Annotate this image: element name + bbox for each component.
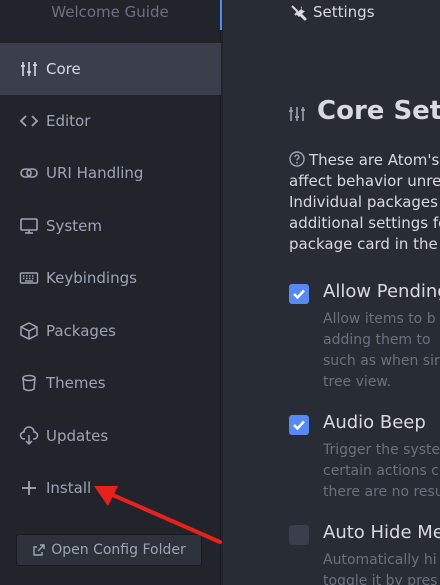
code-icon [18,111,40,131]
sidebar-item-label: Editor [46,112,91,130]
setting-description-line: Allow items to b [323,311,436,327]
sidebar-item-system[interactable]: System [0,200,221,252]
plus-icon [18,478,40,498]
sidebar-item-core[interactable]: Core [0,43,221,95]
setting-description-line: Trigger the syste [323,442,440,458]
sidebar-item-packages[interactable]: Packages [0,305,221,357]
sidebar-item-label: Packages [46,322,116,340]
allow-pending-checkbox[interactable] [289,284,309,304]
sidebar-item-updates[interactable]: Updates [0,410,221,462]
description-line: These are Atom's [309,151,440,169]
external-link-icon [33,544,45,556]
checkmark-icon [293,420,305,431]
sidebar-item-keybindings[interactable]: Keybindings [0,252,221,304]
setting-description-line: certain actions c [323,463,439,479]
sidebar-item-themes[interactable]: Themes [0,357,221,409]
sidebar-item-label: Core [46,60,81,78]
setting-description: Allow items to b adding them to such as … [323,309,440,393]
setting-description-line: such as when sir [323,353,440,369]
tab-welcome-guide[interactable]: Welcome Guide [0,0,222,30]
description-line: affect behavior unrela [289,172,440,190]
section-description: These are Atom's affect behavior unrela … [289,150,440,255]
setting-description-line: there are no resu [323,484,440,500]
sidebar-item-label: Themes [46,374,106,392]
tab-bar: Welcome Guide Settings [0,0,440,30]
sidebar-item-label: Updates [46,427,109,445]
setting-title: Allow Pending [323,281,440,302]
auto-hide-menu-checkbox[interactable] [289,525,309,545]
setting-title: Auto Hide Me [323,522,440,543]
section-title-text: Core Sett [317,96,440,126]
tab-welcome-label: Welcome Guide [51,3,169,21]
cloud-download-icon [18,426,40,446]
sidebar-item-label: System [46,217,102,235]
sidebar-item-label: Keybindings [46,269,137,287]
setting-description-line: tree view. [323,374,392,390]
annotation-arrow [94,486,222,544]
tab-settings-label: Settings [313,3,375,21]
setting-description: Trigger the syste certain actions c ther… [323,440,440,503]
sidebar-item-editor[interactable]: Editor [0,95,221,147]
settings-sliders-icon [289,107,305,121]
setting-description-line: toggle it by pres [323,573,438,585]
link-icon [18,163,40,183]
settings-panel: Core Sett These are Atom's affect behavi… [223,30,440,585]
settings-sliders-icon [18,59,40,79]
package-icon [18,321,40,341]
checkmark-icon [293,289,305,300]
tab-settings[interactable]: Settings [223,0,440,30]
setting-title: Audio Beep [323,412,426,433]
sidebar-item-label: URI Handling [46,164,144,182]
description-line: package card in the [289,235,440,253]
description-line: Individual packages m [289,193,440,211]
active-tab-indicator [220,0,222,30]
tools-icon [291,5,307,21]
paintcan-icon [18,373,40,393]
sidebar-item-label: Install [46,479,92,497]
setting-description-line: adding them to [323,332,431,348]
sidebar-item-uri-handling[interactable]: URI Handling [0,147,221,199]
monitor-icon [18,216,40,236]
question-icon [289,151,305,167]
keyboard-icon [18,268,40,288]
setting-description-line: Automatically hi [323,552,437,568]
section-title: Core Sett [287,96,440,126]
audio-beep-checkbox[interactable] [289,415,309,435]
setting-description: Automatically hi toggle it by pres [323,550,437,585]
description-line: additional settings fo [289,214,440,232]
